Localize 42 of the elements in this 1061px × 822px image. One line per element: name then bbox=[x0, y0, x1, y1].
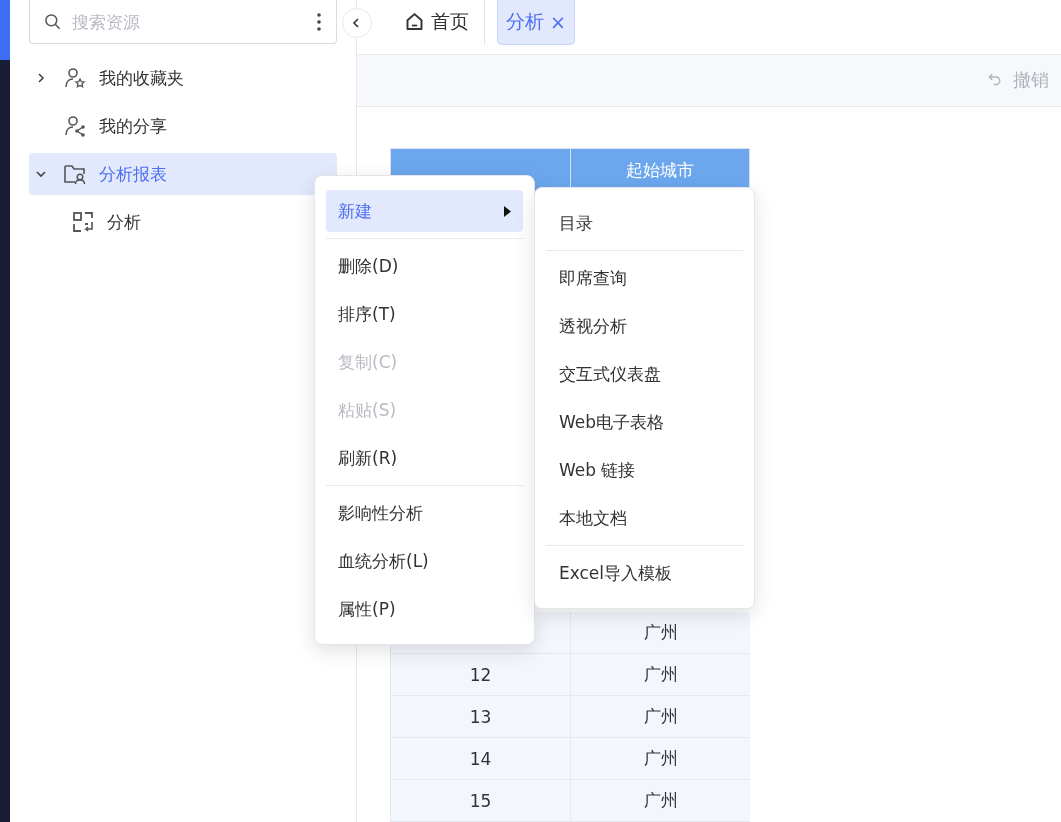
table-cell-text: 13 bbox=[468, 705, 493, 729]
table-cell-text: 14 bbox=[468, 747, 493, 771]
menu-item[interactable]: Web 链接 bbox=[546, 449, 743, 491]
menu-item[interactable]: 排序(T) bbox=[326, 293, 523, 335]
table-cell: 广州 bbox=[570, 780, 750, 821]
tree-item[interactable]: 我的收藏夹 bbox=[29, 57, 337, 99]
menu-item[interactable]: 刷新(R) bbox=[326, 437, 523, 479]
table-cell: 广州 bbox=[570, 654, 750, 695]
menu-item[interactable]: Excel导入模板 bbox=[546, 552, 743, 594]
report-icon bbox=[71, 210, 95, 234]
user-star-icon bbox=[63, 66, 87, 90]
table-cell: 广州 bbox=[570, 738, 750, 779]
menu-item[interactable]: 交互式仪表盘 bbox=[546, 353, 743, 395]
tree-item[interactable]: 分析报表 bbox=[29, 153, 337, 195]
search-field[interactable]: 搜索资源 bbox=[29, 0, 337, 44]
submenu-arrow-icon bbox=[504, 205, 511, 217]
chevron-down-icon bbox=[35, 168, 47, 180]
menu-item[interactable]: 目录 bbox=[546, 202, 743, 244]
table-cell-text: 12 bbox=[468, 663, 493, 687]
menu-item[interactable]: 影响性分析 bbox=[326, 492, 523, 534]
menu-item[interactable]: 血统分析(L) bbox=[326, 540, 523, 582]
table-cell-text: 15 bbox=[468, 789, 493, 813]
chevron-right-icon bbox=[35, 72, 47, 84]
menu-item[interactable]: Web电子表格 bbox=[546, 401, 743, 443]
more-icon bbox=[317, 13, 321, 31]
tab[interactable]: 首页 bbox=[395, 0, 478, 45]
tab[interactable]: 分析 × bbox=[497, 0, 575, 45]
search-icon bbox=[43, 12, 63, 32]
table-cell: 广州 bbox=[570, 612, 750, 653]
collapse-button[interactable] bbox=[342, 8, 372, 38]
menu-item[interactable]: 本地文档 bbox=[546, 497, 743, 539]
table-cell: 广州 bbox=[570, 696, 750, 737]
folder-user-icon bbox=[63, 162, 87, 186]
side-strip-highlight bbox=[0, 0, 10, 60]
menu-item[interactable]: 删除(D) bbox=[326, 245, 523, 287]
menu-item[interactable]: 属性(P) bbox=[326, 588, 523, 630]
menu-item[interactable]: 透视分析 bbox=[546, 305, 743, 347]
user-share-icon bbox=[63, 114, 87, 138]
tree-item[interactable]: 我的分享 bbox=[29, 105, 337, 147]
close-icon[interactable]: × bbox=[550, 11, 566, 33]
menu-item[interactable]: 即席查询 bbox=[546, 257, 743, 299]
menu-item[interactable]: 新建 bbox=[326, 190, 523, 232]
